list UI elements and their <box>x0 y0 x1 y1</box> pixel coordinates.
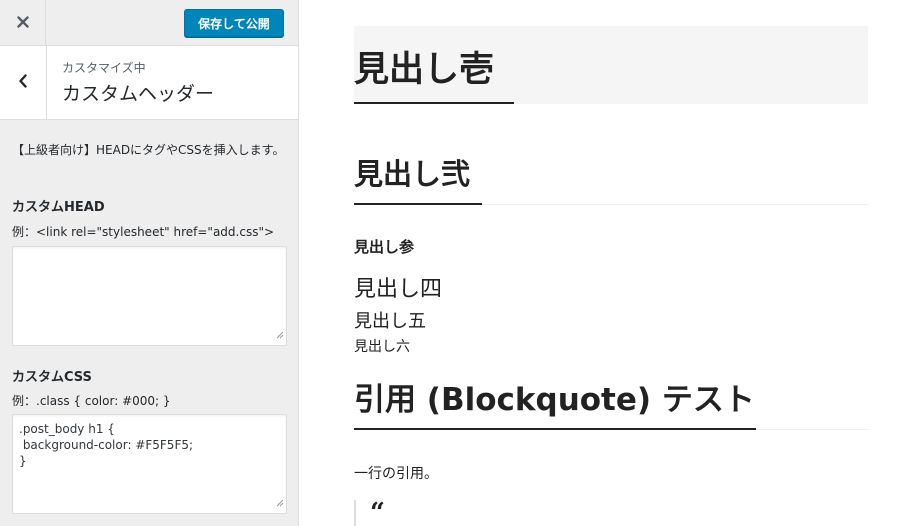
custom-head-label: カスタムHEAD <box>12 200 105 215</box>
custom-css-label: カスタムCSS <box>12 370 92 385</box>
heading-2: 見出し弐 <box>354 157 471 191</box>
section-description: 【上級者向け】HEADにタグやCSSを挿入します。 <box>12 143 285 157</box>
custom-head-textarea[interactable] <box>12 246 287 346</box>
paragraph: 一行の引用。 <box>354 466 438 482</box>
section-title: カスタムヘッダー <box>62 83 215 105</box>
custom-head-value <box>13 247 286 259</box>
heading-1: 見出し壱 <box>354 50 495 90</box>
site-preview: 見出し壱 見出し弐 見出し参 見出し四 見出し五 見出し六 引用 (Blockq… <box>299 0 921 526</box>
heading-4: 見出し四 <box>354 277 443 302</box>
blockquote-heading-underline <box>354 428 756 430</box>
customizer-panel: 保存して公開 カスタマイズ中 カスタムヘッダー 【上級者向け】HEADにタグやC… <box>0 0 299 526</box>
blockquote-border <box>354 500 356 526</box>
resize-grip-icon[interactable] <box>276 324 284 343</box>
quote-mark-icon: “ <box>370 498 385 526</box>
custom-head-example: 例：<link rel="stylesheet" href="add.css"> <box>12 225 275 239</box>
custom-css-textarea[interactable]: .post_body h1 { background-color: #F5F5F… <box>12 414 287 514</box>
chevron-left-icon <box>18 73 28 92</box>
custom-css-value: .post_body h1 { background-color: #F5F5F… <box>19 422 194 468</box>
resize-grip-icon[interactable] <box>276 492 284 511</box>
blockquote-heading: 引用 (Blockquote) テスト <box>354 382 755 418</box>
close-icon <box>16 13 29 32</box>
save-and-publish-button[interactable]: 保存して公開 <box>184 9 284 37</box>
heading-1-underline <box>354 102 514 104</box>
close-button[interactable] <box>0 0 46 45</box>
heading-6: 見出し六 <box>354 339 410 355</box>
back-button[interactable] <box>0 46 47 119</box>
section-header: カスタマイズ中 カスタムヘッダー <box>0 46 298 120</box>
heading-5: 見出し五 <box>354 311 426 332</box>
custom-css-example: 例：.class { color: #000; } <box>12 394 171 408</box>
heading-2-underline <box>354 203 482 205</box>
heading-3: 見出し参 <box>354 238 415 256</box>
customizer-header: 保存して公開 <box>0 0 298 46</box>
section-subtitle: カスタマイズ中 <box>62 61 146 75</box>
